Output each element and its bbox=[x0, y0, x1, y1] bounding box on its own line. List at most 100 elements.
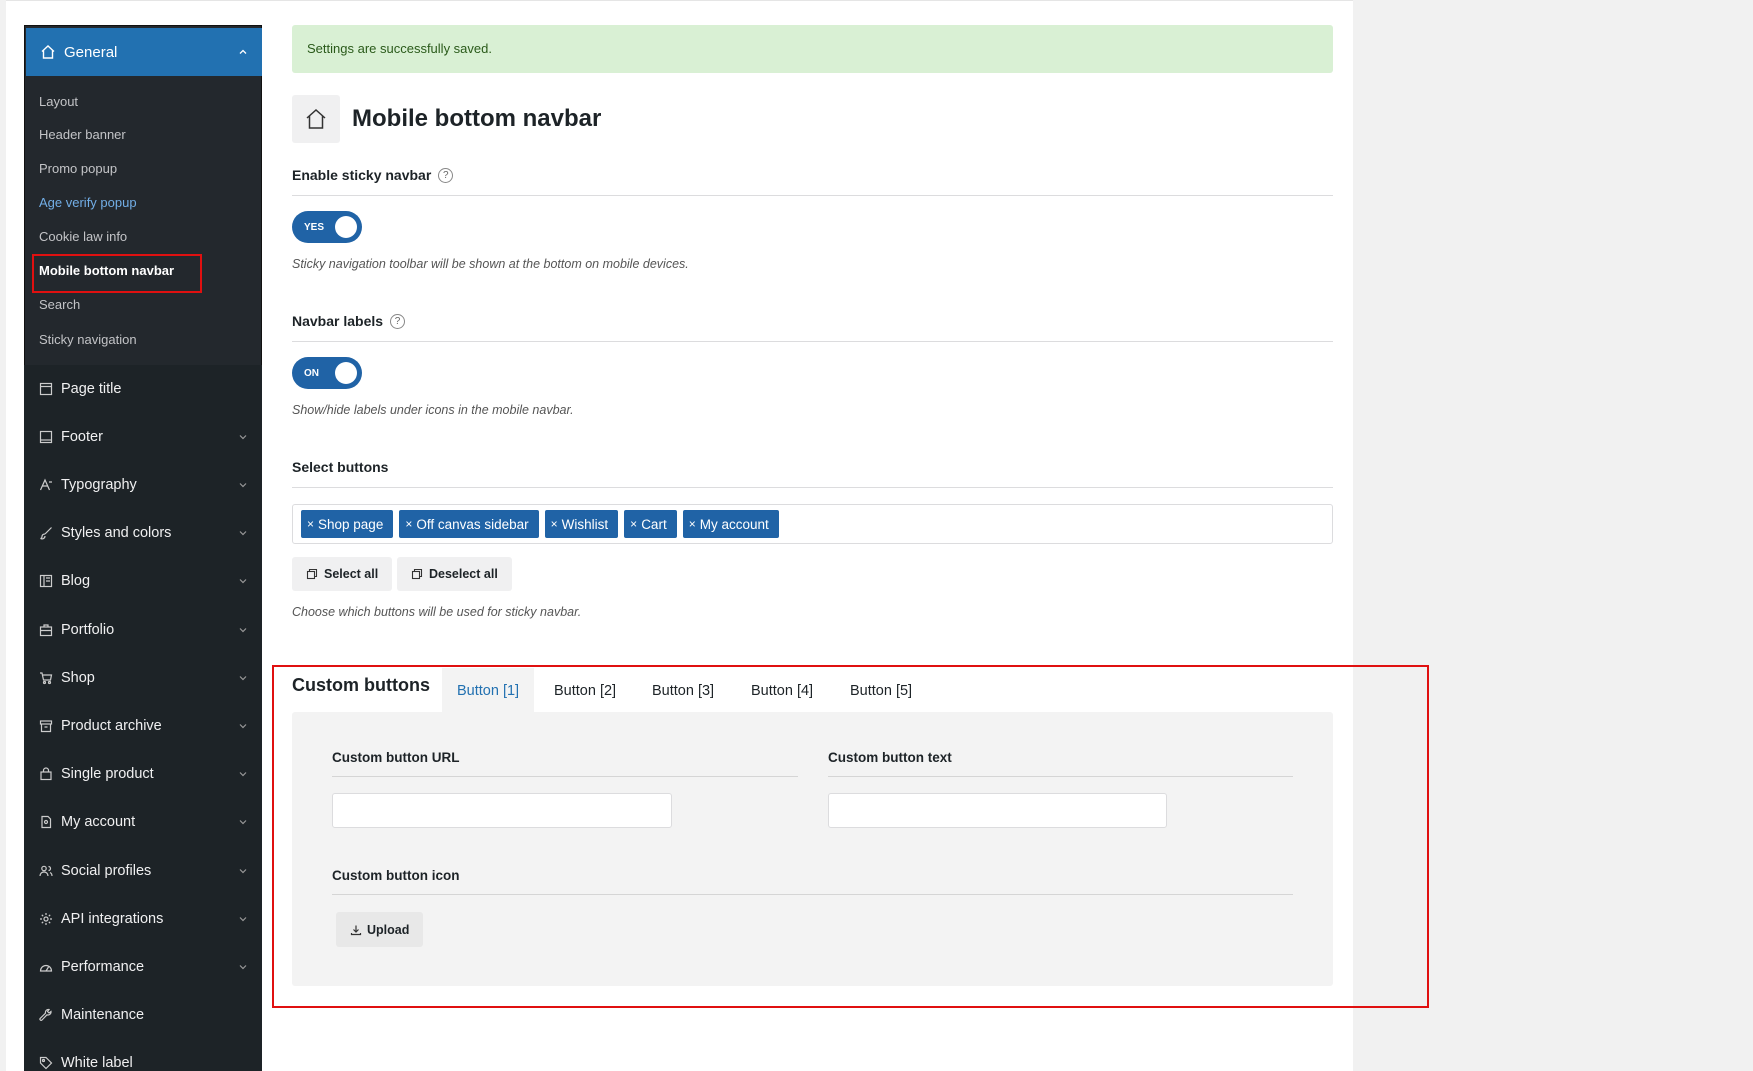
custom-button-url-input[interactable] bbox=[332, 793, 672, 828]
tab-button-2[interactable]: Button [2] bbox=[539, 668, 631, 713]
sidebar-item-product-archive[interactable]: Product archive bbox=[24, 702, 262, 750]
sidebar-item-label: Single product bbox=[61, 766, 154, 782]
gauge-icon bbox=[38, 960, 53, 975]
chevron-down-icon bbox=[238, 673, 248, 683]
sidebar-item-label: Footer bbox=[61, 429, 103, 445]
remove-icon[interactable]: × bbox=[630, 517, 637, 531]
tag-icon bbox=[38, 1056, 53, 1071]
chevron-down-icon bbox=[238, 962, 248, 972]
custom-button-url-label: Custom button URL bbox=[332, 750, 460, 765]
deselect-all-button[interactable]: Deselect all bbox=[397, 557, 512, 591]
navbar-labels-description: Show/hide labels under icons in the mobi… bbox=[292, 403, 574, 417]
sidebar-item-label: Product archive bbox=[61, 718, 162, 734]
tag-shop-page[interactable]: × Shop page bbox=[301, 510, 394, 538]
sidebar-subitem-cookie-law-info[interactable]: Cookie law info bbox=[39, 229, 127, 244]
sidebar-item-my-account[interactable]: My account bbox=[24, 798, 262, 846]
sidebar-item-label: Blog bbox=[61, 573, 91, 589]
settings-sidebar: General Layout Header banner Promo popup… bbox=[24, 25, 262, 1071]
copy-icon bbox=[411, 568, 423, 580]
tab-button-3[interactable]: Button [3] bbox=[637, 668, 729, 713]
remove-icon[interactable]: × bbox=[689, 517, 696, 531]
home-icon bbox=[292, 95, 340, 143]
select-buttons-field[interactable]: × Shop page × Off canvas sidebar × Wishlist… bbox=[292, 504, 1333, 544]
chevron-down-icon bbox=[238, 625, 248, 635]
sidebar-subitem-layout[interactable]: Layout bbox=[39, 94, 78, 109]
bag-icon bbox=[38, 767, 53, 782]
toggle-knob bbox=[335, 216, 357, 238]
tag-label: Off canvas sidebar bbox=[416, 516, 529, 532]
sidebar-subitem-sticky-navigation[interactable]: Sticky navigation bbox=[39, 332, 137, 347]
sidebar-item-maintenance[interactable]: Maintenance bbox=[24, 991, 262, 1039]
tab-button-5[interactable]: Button [5] bbox=[835, 668, 927, 713]
remove-icon[interactable]: × bbox=[551, 517, 558, 531]
field-label-sticky: Enable sticky navbar ? bbox=[292, 167, 454, 183]
blog-icon bbox=[38, 574, 53, 589]
sidebar-item-label: Styles and colors bbox=[61, 525, 172, 541]
sidebar-item-footer[interactable]: Footer bbox=[24, 413, 262, 461]
sidebar-item-styles-and-colors[interactable]: Styles and colors bbox=[24, 509, 262, 557]
chevron-down-icon bbox=[238, 817, 248, 827]
sidebar-subitem-header-banner[interactable]: Header banner bbox=[39, 127, 126, 142]
tab-button-1[interactable]: Button [1] bbox=[442, 668, 535, 713]
sidebar-item-general[interactable]: General bbox=[26, 28, 262, 76]
custom-buttons-title: Custom buttons bbox=[292, 675, 430, 695]
sidebar-item-label: Portfolio bbox=[61, 622, 115, 638]
tag-off-canvas-sidebar[interactable]: × Off canvas sidebar bbox=[399, 510, 539, 538]
sidebar-subitem-search[interactable]: Search bbox=[39, 297, 80, 312]
chevron-down-icon bbox=[238, 528, 248, 538]
sidebar-item-shop[interactable]: Shop bbox=[24, 654, 262, 702]
field-label-navbar-labels: Navbar labels ? bbox=[292, 313, 406, 329]
general-section: General Layout Header banner Promo popup… bbox=[24, 25, 262, 365]
sidebar-item-white-label[interactable]: White label bbox=[24, 1039, 262, 1071]
navbar-labels-toggle[interactable]: ON bbox=[292, 357, 362, 389]
select-all-button[interactable]: Select all bbox=[292, 557, 393, 591]
chevron-down-icon bbox=[238, 721, 248, 731]
custom-button-text-input[interactable] bbox=[828, 793, 1167, 828]
chevron-down-icon bbox=[238, 866, 248, 876]
remove-icon[interactable]: × bbox=[405, 517, 412, 531]
sidebar-item-typography[interactable]: Typography bbox=[24, 461, 262, 509]
tag-my-account[interactable]: × My account bbox=[682, 510, 779, 538]
chevron-up-icon bbox=[238, 44, 248, 61]
button-label: Select all bbox=[324, 567, 379, 581]
custom-button-text-label: Custom button text bbox=[828, 750, 952, 765]
select-buttons-description: Choose which buttons will be used for st… bbox=[292, 605, 582, 619]
sidebar-item-single-product[interactable]: Single product bbox=[24, 750, 262, 798]
remove-icon[interactable]: × bbox=[307, 517, 314, 531]
upload-button[interactable]: Upload bbox=[336, 912, 424, 947]
chevron-down-icon bbox=[238, 769, 248, 779]
sidebar-subitem-age-verify-popup[interactable]: Age verify popup bbox=[39, 195, 137, 210]
sidebar-item-page-title[interactable]: Page title bbox=[24, 365, 262, 413]
tag-cart[interactable]: × Cart bbox=[624, 510, 677, 538]
tag-wishlist[interactable]: × Wishlist bbox=[544, 510, 619, 538]
sidebar-subitem-promo-popup[interactable]: Promo popup bbox=[39, 161, 117, 176]
navbar-labels-text: Navbar labels bbox=[292, 313, 384, 329]
sidebar-item-label: Typography bbox=[61, 477, 137, 493]
toggle-knob bbox=[335, 362, 357, 384]
help-icon[interactable]: ? bbox=[390, 313, 406, 329]
sidebar-item-social-profiles[interactable]: Social profiles bbox=[24, 847, 262, 895]
sticky-description: Sticky navigation toolbar will be shown … bbox=[292, 257, 689, 271]
custom-button-icon-label: Custom button icon bbox=[332, 868, 460, 883]
page-title-icon bbox=[38, 382, 53, 397]
sidebar-item-label: Social profiles bbox=[61, 863, 152, 879]
help-icon[interactable]: ? bbox=[438, 167, 454, 183]
chevron-down-icon bbox=[238, 480, 248, 490]
toggle-label: ON bbox=[304, 367, 319, 379]
account-icon bbox=[38, 815, 53, 830]
button-label: Deselect all bbox=[429, 567, 498, 581]
sidebar-item-performance[interactable]: Performance bbox=[24, 943, 262, 991]
toggle-label: YES bbox=[304, 221, 325, 233]
sidebar-item-portfolio[interactable]: Portfolio bbox=[24, 606, 262, 654]
sidebar-item-api-integrations[interactable]: API integrations bbox=[24, 895, 262, 943]
sidebar-subitem-mobile-bottom-navbar[interactable]: Mobile bottom navbar bbox=[39, 263, 174, 278]
field-label-select-buttons: Select buttons bbox=[292, 459, 388, 475]
sticky-label-text: Enable sticky navbar bbox=[292, 167, 432, 183]
sidebar-item-label: Shop bbox=[61, 670, 95, 686]
sidebar-item-label: API integrations bbox=[61, 911, 164, 927]
download-icon bbox=[350, 924, 362, 936]
sticky-navbar-toggle[interactable]: YES bbox=[292, 211, 362, 243]
tag-label: Shop page bbox=[318, 516, 384, 532]
sidebar-item-blog[interactable]: Blog bbox=[24, 557, 262, 605]
tab-button-4[interactable]: Button [4] bbox=[736, 668, 828, 713]
